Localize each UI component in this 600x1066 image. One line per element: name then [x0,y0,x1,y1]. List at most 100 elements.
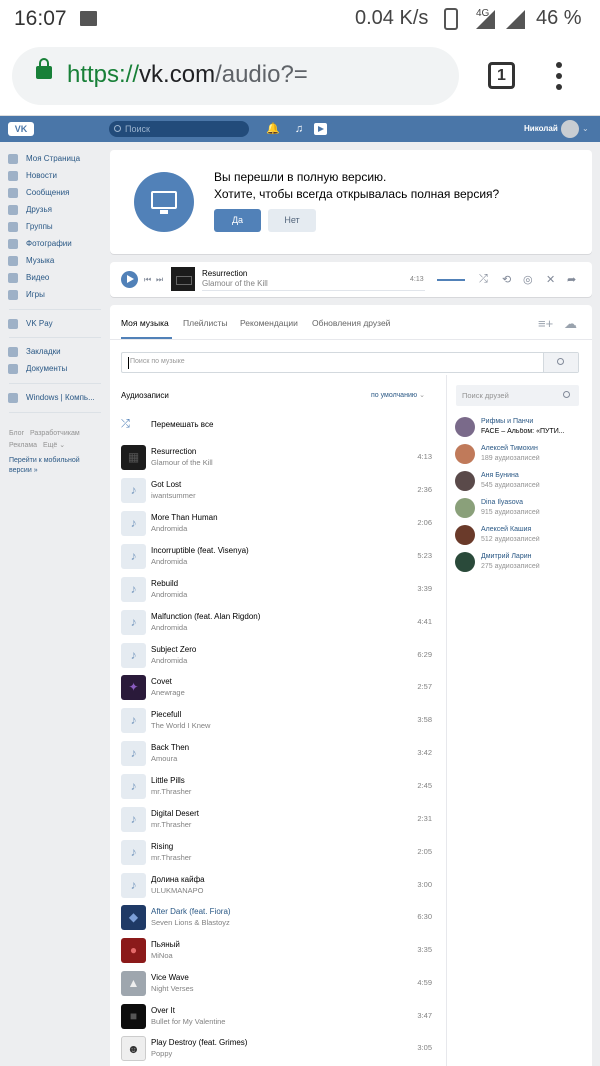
avatar[interactable] [561,120,579,138]
track-row[interactable]: ☻ Play Destroy (feat. Grimes) Poppy 3:05 [121,1036,432,1062]
user-name[interactable]: Николай [524,124,558,133]
url-text[interactable]: https://vk.com/audio?= [67,61,308,89]
track-row[interactable]: ■ Over It Bullet for My Valentine 3:47 [121,1004,432,1030]
signal-icon-2 [506,10,525,29]
footer-dev-link[interactable]: Разработчикам [30,430,80,437]
previous-track-icon[interactable]: ⏮ [144,275,151,285]
sidebar-divider [9,412,101,413]
sort-dropdown[interactable]: по умолчанию ⌄ [371,391,425,399]
friend-item[interactable]: Алексей Тимохин 189 аудиозаписей [455,444,585,466]
sidebar-item-bookmarks[interactable]: Закладки [8,343,61,360]
next-track-icon[interactable]: ⏭ [156,275,163,285]
sidebar-item-friends[interactable]: Друзья [8,201,52,218]
sidebar-item-messages[interactable]: Сообщения [8,184,69,201]
sidebar-item-music[interactable]: Музыка [8,252,54,269]
shuffle-all-button[interactable]: ⤮ Перемешать все [121,417,213,431]
shuffle-icon[interactable]: ⤮ [479,273,488,286]
sidebar-item-news[interactable]: Новости [8,167,57,184]
messages-icon [8,187,18,198]
track-row[interactable]: ♪ Little Pills mr.Thrasher 2:45 [121,774,432,800]
track-row[interactable]: ✦ Covet Anewrage 2:57 [121,675,432,701]
tab-recommendations[interactable]: Рекомендации [240,318,298,328]
sidebar-item-groups[interactable]: Группы [8,218,53,235]
sidebar-item-video[interactable]: Видео [8,269,49,286]
footer-blog-link[interactable]: Блог [9,430,24,437]
footer-ads-link[interactable]: Реклама [9,442,37,449]
column-divider [446,375,447,1066]
track-row[interactable]: ♪ Rising mr.Thrasher 2:05 [121,840,432,866]
track-row[interactable]: ♪ Piecefull The World I Knew 3:58 [121,708,432,734]
friend-item[interactable]: Дмитрий Ларин 275 аудиозаписей [455,552,585,574]
browser-menu-icon[interactable] [556,62,562,90]
status-bar: 16:07 0.04 K/s 4G 46 % [0,0,600,38]
track-row[interactable]: ● Пьяный MiNoa 3:35 [121,938,432,964]
group-icon [8,392,18,403]
footer-more-link[interactable]: Ещё [43,442,57,449]
friend-item[interactable]: Аня Бунина 545 аудиозаписей [455,471,585,493]
tab-switcher-button[interactable]: 1 [488,62,515,89]
sidebar-item-vkpay[interactable]: VK Pay [8,315,53,332]
yes-button[interactable]: Да [214,209,261,232]
album-cover: ▲ [121,971,146,996]
avatar [455,552,475,572]
sidebar-item-my-page[interactable]: Моя Страница [8,150,80,167]
battery-level: 46 % [536,7,582,29]
sidebar-item-games[interactable]: Игры [8,286,45,303]
friend-item[interactable]: Dina Ilyasova 915 аудиозаписей [455,498,585,520]
music-note-icon[interactable]: ♫ [293,123,305,135]
track-row[interactable]: ▦ Resurrection Glamour of the Kill 4:13 [121,445,432,471]
no-button[interactable]: Нет [268,209,316,232]
groups-icon [8,221,18,232]
add-playlist-icon[interactable]: ≡+ [538,316,553,331]
vk-logo[interactable]: VK [8,122,34,136]
sidebar-item-photos[interactable]: Фотографии [8,235,72,252]
network-speed: 0.04 K/s [355,7,429,29]
tab-my-music[interactable]: Моя музыка [121,318,169,328]
track-row[interactable]: ♪ Subject Zero Andromida 6:29 [121,643,432,669]
sidebar-divider [9,309,101,310]
share-icon[interactable]: ➦ [567,273,576,286]
recommendations-icon[interactable]: ✕ [546,273,555,286]
progress-bar[interactable] [202,290,425,291]
sidebar-divider [9,383,101,384]
music-note-icon: ♪ [121,807,146,832]
tab-friends-updates[interactable]: Обновления друзей [312,318,390,328]
volume-slider[interactable] [437,279,465,281]
upload-cloud-icon[interactable]: ☁ [564,316,577,332]
video-icon [8,272,18,283]
repeat-icon[interactable]: ⟲ [502,273,511,286]
header-search-input[interactable]: Поиск [109,121,249,137]
track-row[interactable]: ♪ More Than Human Andromida 2:06 [121,511,432,537]
music-search-input[interactable]: Поиск по музыке [121,352,579,373]
sidebar-item-documents[interactable]: Документы [8,360,67,377]
track-row[interactable]: ◆ After Dark (feat. Fiora) Seven Lions &… [121,905,432,931]
address-bar[interactable]: https://vk.com/audio?= [12,47,459,105]
notifications-bell-icon[interactable]: 🔔 [266,123,280,135]
chevron-down-icon[interactable]: ⌄ [582,124,589,133]
now-playing-artist[interactable]: Glamour of the Kill [202,279,268,288]
track-row[interactable]: ♪ Rebuild Andromida 3:39 [121,577,432,603]
music-note-icon: ♪ [121,840,146,865]
music-search-button[interactable] [543,353,578,372]
browser-toolbar: https://vk.com/audio?= 1 [0,38,600,116]
monitor-icon [134,172,194,232]
music-panel: Моя музыка Плейлисты Рекомендации Обновл… [110,305,592,1066]
track-row[interactable]: ▲ Vice Wave Night Verses 4:59 [121,971,432,997]
mobile-version-link[interactable]: Перейти к мобильной версии » [9,456,101,476]
sidebar-item-windows-group[interactable]: Windows | Компь... [8,389,95,406]
friend-item[interactable]: Рифмы и Панчи FACE – Альбом: «ПУТИ... [455,417,585,439]
tab-playlists[interactable]: Плейлисты [183,318,228,328]
player-play-icon[interactable] [314,123,327,135]
broadcast-icon[interactable]: ◎ [523,273,533,286]
friends-search-input[interactable]: Поиск друзей [456,385,579,406]
music-note-icon: ♪ [121,577,146,602]
track-row[interactable]: ♪ Incorruptible (feat. Visenya) Andromid… [121,544,432,570]
track-row[interactable]: ♪ Digital Desert mr.Thrasher 2:31 [121,807,432,833]
track-row[interactable]: ♪ Долина кайфа ULUKMANAPO 3:00 [121,873,432,899]
track-row[interactable]: ♪ Got Lost iwantsummer 2:36 [121,478,432,504]
track-row[interactable]: ♪ Back Then Amoura 3:42 [121,741,432,767]
avatar [455,498,475,518]
track-row[interactable]: ♪ Malfunction (feat. Alan Rigdon) Androm… [121,610,432,636]
play-button[interactable] [121,271,138,288]
friend-item[interactable]: Алексей Кашия 512 аудиозаписей [455,525,585,547]
